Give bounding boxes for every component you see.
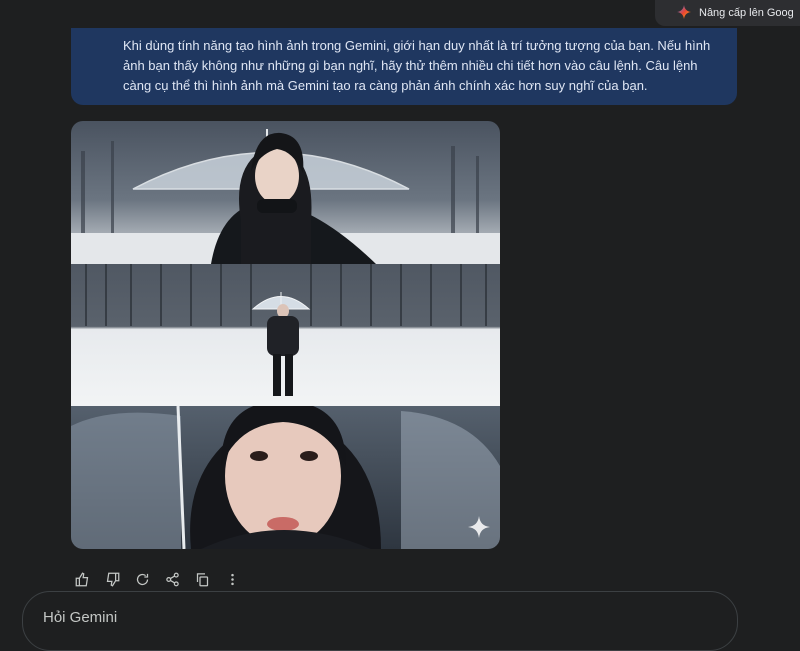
thumbs-up-icon[interactable] <box>71 569 93 589</box>
generated-image-2[interactable] <box>71 264 500 406</box>
banner-line: càng cụ thể thì hình ảnh mà Gemini tạo r… <box>123 78 648 93</box>
info-banner: Khi dùng tính năng tạo hình ảnh trong Ge… <box>71 28 737 105</box>
banner-line: Khi dùng tính năng tạo hình ảnh trong Ge… <box>123 38 711 53</box>
regenerate-icon[interactable] <box>131 569 153 589</box>
upgrade-label: Nâng cấp lên Goog <box>699 7 794 19</box>
thumbs-down-icon[interactable] <box>101 569 123 589</box>
generated-image-3[interactable] <box>71 406 500 549</box>
more-vert-icon[interactable] <box>221 569 243 589</box>
upgrade-button[interactable]: Nâng cấp lên Goog <box>655 0 800 26</box>
prompt-box <box>22 591 738 651</box>
generated-image-1[interactable] <box>71 121 500 264</box>
gemini-sparkle-icon <box>677 4 691 22</box>
prompt-input[interactable] <box>41 608 645 627</box>
share-icon[interactable] <box>161 569 183 589</box>
response-actions <box>71 569 243 589</box>
copy-icon[interactable] <box>191 569 213 589</box>
banner-line: ảnh bạn thấy không như những gì bạn nghĩ… <box>123 58 698 73</box>
